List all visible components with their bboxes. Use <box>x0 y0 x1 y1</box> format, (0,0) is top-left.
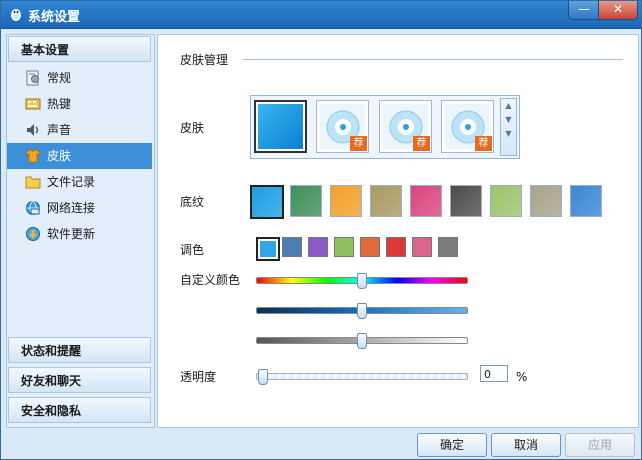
percent-sign: % <box>516 370 528 384</box>
recommended-badge: 荐 <box>475 136 492 151</box>
penguin-icon <box>11 9 21 21</box>
minimize-button[interactable]: — <box>568 1 600 20</box>
apply-button[interactable]: 应用 <box>565 433 635 457</box>
skin-thumb[interactable] <box>254 100 307 153</box>
sidebar-item-label: 常规 <box>47 71 72 85</box>
chevron-up-icon[interactable]: ▲ <box>501 99 516 113</box>
general-settings-icon <box>26 70 39 86</box>
color-swatch[interactable] <box>308 237 328 257</box>
texture-thumb[interactable] <box>370 185 402 217</box>
chevron-down-icon[interactable]: ▼ <box>501 113 516 127</box>
saturation-slider[interactable] <box>256 303 468 319</box>
sidebar-item-hotkey[interactable]: 热键 <box>7 91 152 117</box>
texture-thumb[interactable] <box>490 185 522 217</box>
skin-thumb[interactable]: 荐 <box>316 100 369 153</box>
color-label: 调色 <box>180 243 205 257</box>
sidebar-group-security[interactable]: 安全和隐私 <box>8 397 151 423</box>
custom-color-label: 自定义颜色 <box>180 273 241 287</box>
brightness-slider-thumb[interactable] <box>357 333 367 349</box>
update-icon <box>26 227 40 241</box>
sidebar-item-general[interactable]: 常规 <box>7 65 152 91</box>
sidebar-list: 常规 热键 声音 皮肤 文件记录 网络连接 软件更新 <box>7 65 152 247</box>
transparency-slider[interactable] <box>256 369 468 385</box>
color-swatch[interactable] <box>438 237 458 257</box>
sidebar-item-label: 声音 <box>47 123 72 137</box>
texture-thumb[interactable] <box>330 185 362 217</box>
transparency-slider-thumb[interactable] <box>258 369 268 385</box>
sidebar-group-friends-chat[interactable]: 好友和聊天 <box>8 367 151 393</box>
cancel-button[interactable]: 取消 <box>491 433 561 457</box>
skin-scrollbar[interactable]: ▲ ▼ ▼ <box>500 98 517 156</box>
sidebar-item-label: 热键 <box>47 97 72 111</box>
color-swatch[interactable] <box>412 237 432 257</box>
recommended-badge: 荐 <box>413 136 430 151</box>
sidebar-item-sound[interactable]: 声音 <box>7 117 152 143</box>
sidebar-item-network[interactable]: 网络连接 <box>7 195 152 221</box>
color-swatch[interactable] <box>360 237 380 257</box>
ok-button[interactable]: 确定 <box>417 433 487 457</box>
close-button[interactable]: ✕ <box>598 1 638 20</box>
brightness-slider[interactable] <box>256 333 468 349</box>
sidebar-item-label: 文件记录 <box>47 175 96 189</box>
texture-thumb[interactable] <box>290 185 322 217</box>
transparency-input[interactable]: 0 <box>480 365 508 382</box>
texture-thumb[interactable] <box>530 185 562 217</box>
texture-thumb[interactable] <box>570 185 602 217</box>
speaker-icon <box>27 124 39 136</box>
sidebar-item-label: 网络连接 <box>47 201 96 215</box>
scroll-end-icon[interactable]: ▼ <box>501 127 516 141</box>
hue-slider[interactable] <box>256 273 468 289</box>
sidebar-item-update[interactable]: 软件更新 <box>7 221 152 247</box>
sidebar-item-label: 软件更新 <box>47 227 96 241</box>
color-swatch[interactable] <box>282 237 302 257</box>
texture-thumb[interactable] <box>450 185 482 217</box>
skin-settings-panel: 皮肤管理 皮肤 荐 荐 荐 ▲ ▼ ▼ 底纹 调色 自定义颜色 透明度 0 % <box>157 34 639 428</box>
section-title: 皮肤管理 <box>180 53 229 67</box>
skin-thumb[interactable]: 荐 <box>379 100 432 153</box>
skin-label: 皮肤 <box>180 121 205 135</box>
saturation-slider-thumb[interactable] <box>357 303 367 319</box>
network-icon <box>26 201 40 215</box>
window-title: 系统设置 <box>28 10 81 25</box>
title-bar[interactable]: 系统设置 — ✕ <box>1 1 641 29</box>
sidebar-item-label: 皮肤 <box>47 149 72 163</box>
recommended-badge: 荐 <box>350 136 367 151</box>
folder-icon <box>25 176 41 189</box>
sidebar-item-file-records[interactable]: 文件记录 <box>7 169 152 195</box>
skin-gallery: 荐 荐 荐 ▲ ▼ ▼ <box>250 95 520 159</box>
color-swatch[interactable] <box>334 237 354 257</box>
transparency-label: 透明度 <box>180 370 217 384</box>
skin-thumb[interactable]: 荐 <box>441 100 494 153</box>
sidebar-group-basic[interactable]: 基本设置 <box>8 36 151 62</box>
texture-label: 底纹 <box>180 195 205 209</box>
texture-thumb[interactable] <box>410 185 442 217</box>
section-divider <box>243 59 623 60</box>
sidebar: 基本设置 常规 热键 声音 皮肤 文件记录 网络连接 软件更新 状态和提醒 好友… <box>6 34 155 428</box>
hue-slider-thumb[interactable] <box>357 273 367 289</box>
sidebar-item-skin[interactable]: 皮肤 <box>7 143 152 169</box>
color-swatch[interactable] <box>256 237 280 261</box>
color-swatch[interactable] <box>386 237 406 257</box>
skin-preview-blue <box>258 104 303 149</box>
settings-window: 系统设置 — ✕ 基本设置 常规 热键 声音 皮肤 文件记录 网络连接 软件更新… <box>0 0 642 460</box>
hotkey-icon <box>25 98 41 110</box>
sidebar-group-status[interactable]: 状态和提醒 <box>8 337 151 363</box>
texture-thumb[interactable] <box>250 185 284 219</box>
shirt-icon <box>25 149 41 163</box>
